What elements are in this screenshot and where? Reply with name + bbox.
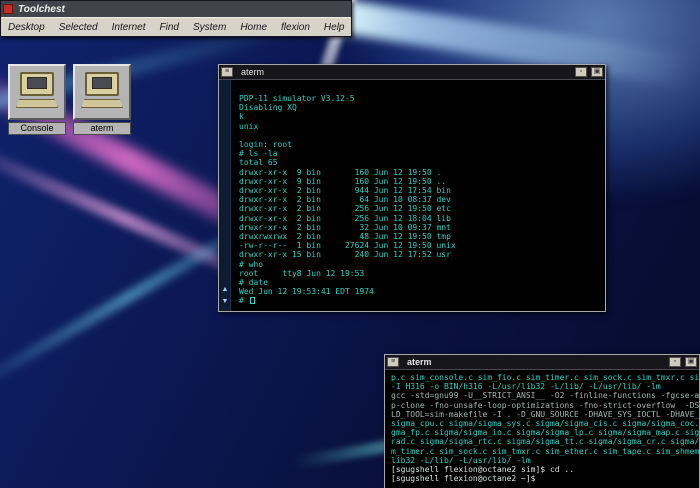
terminal-line: PDP-11 simulator V3.12-5 (239, 94, 605, 103)
scroll-down-icon[interactable]: ▼ (220, 297, 230, 307)
menu-home[interactable]: Home (233, 22, 274, 33)
terminal-line: drwxr-xr-x 2 bin 944 Jun 12 17:54 bin (239, 186, 605, 195)
terminal-line: -I H316 -o BIN/h316 -L/usr/lib32 -L/lib/… (391, 382, 699, 391)
terminal-line: LD_TOOL=sim-makefile -I . -D_GNU_SOURCE … (391, 410, 699, 419)
terminal-line: # (239, 296, 605, 305)
desktop-icons: Console aterm (8, 64, 131, 135)
maximize-icon[interactable]: ▣ (685, 357, 697, 367)
computer-icon[interactable] (8, 64, 66, 120)
monitor-icon (20, 72, 54, 96)
terminal-line: drwxr-xr-x 2 bin 64 Jun 10 08:37 dev (239, 195, 605, 204)
terminal-line: [sgugshell flexion@octane2 sim]$ cd .. (391, 465, 699, 474)
terminal-cursor (250, 297, 255, 304)
terminal-line: # date (239, 278, 605, 287)
terminal-line: drwxr-xr-x 15 bin 240 Jun 12 17:52 usr (239, 250, 605, 259)
desktop-icon-console[interactable]: Console (8, 64, 66, 135)
keyboard-icon (81, 99, 123, 108)
terminal-line: p-clone -fno-unsafe-loop-optimizations -… (391, 401, 699, 410)
window-body: p.c sim_console.c sim_fio.c sim_timer.c … (385, 370, 699, 488)
terminal-line: Disabling XQ (239, 103, 605, 112)
terminal-line: m_timer.c sim_sock.c sim_tmxr.c sim_ethe… (391, 447, 699, 456)
maximize-icon[interactable]: ▣ (591, 67, 603, 77)
scroll-up-icon[interactable]: ▲ (220, 285, 230, 295)
keyboard-icon (16, 99, 58, 108)
menu-desktop[interactable]: Desktop (1, 22, 52, 33)
terminal-output[interactable]: p.c sim_console.c sim_fio.c sim_timer.c … (385, 370, 699, 488)
terminal-line: root tty8 Jun 12 19:53 (239, 269, 605, 278)
terminal-line: total 65 (239, 158, 605, 167)
iconify-icon[interactable]: ▫ (575, 67, 587, 77)
terminal-line (239, 131, 605, 140)
terminal-line: drwxr-xr-x 9 bin 160 Jun 12 19:50 . (239, 168, 605, 177)
desktop-icon-aterm[interactable]: aterm (73, 64, 131, 135)
window-title: aterm (407, 357, 432, 367)
icon-label: Console (8, 122, 66, 135)
icon-label: aterm (73, 122, 131, 135)
toolchest-close-icon[interactable] (3, 4, 13, 14)
terminal-line: # ls -la (239, 149, 605, 158)
monitor-icon (85, 72, 119, 96)
terminal-line: k (239, 112, 605, 121)
window-titlebar[interactable]: ≡ aterm ▫ ▣ (385, 355, 699, 370)
terminal-line: [sgugshell flexion@octane2 ~]$ (391, 474, 699, 483)
terminal-line: drwxr-xr-x 2 bin 256 Jun 12 18:04 lib (239, 214, 605, 223)
menu-help[interactable]: Help (317, 22, 352, 33)
terminal-line: p.c sim_console.c sim_fio.c sim_timer.c … (391, 373, 699, 382)
toolchest-menubar: Desktop Selected Internet Find System Ho… (1, 17, 351, 36)
terminal-output[interactable]: PDP-11 simulator V3.12-5Disabling XQkuni… (231, 80, 605, 311)
terminal-line: unix (239, 122, 605, 131)
window-body: ▲ ▼ PDP-11 simulator V3.12-5Disabling XQ… (219, 80, 605, 311)
iconify-icon[interactable]: ▫ (669, 357, 681, 367)
terminal-scrollbar[interactable]: ▲ ▼ (219, 80, 231, 311)
terminal-line: Wed Jun 12 19:53:41 EDT 1974 (239, 287, 605, 296)
terminal-line: drwxr-xr-x 2 bin 32 Jun 10 09:37 mnt (239, 223, 605, 232)
terminal-line: rad.c sigma/sigma_rtc.c sigma/sigma_tt.c… (391, 437, 699, 446)
menu-selected[interactable]: Selected (52, 22, 105, 33)
terminal-line: sigma_cpu.c sigma/sigma_sys.c sigma/sigm… (391, 419, 699, 428)
menu-system[interactable]: System (186, 22, 233, 33)
terminal-line: login: root (239, 140, 605, 149)
aterm-window-main[interactable]: ≡ aterm ▫ ▣ ▲ ▼ PDP-11 simulator V3.12-5… (218, 64, 606, 312)
terminal-line: # who (239, 260, 605, 269)
terminal-line: drwxr-xr-x 2 bin 256 Jun 12 19:50 etc (239, 204, 605, 213)
terminal-line: drwxr-xr-x 9 bin 160 Jun 12 19:50 .. (239, 177, 605, 186)
terminal-line: gma_fp.c sigma/sigma_io.c sigma/sigma_lp… (391, 428, 699, 437)
toolchest-title: Toolchest (18, 4, 65, 15)
window-title: aterm (241, 67, 264, 77)
aterm-window-bottom[interactable]: ≡ aterm ▫ ▣ p.c sim_console.c sim_fio.c … (384, 354, 700, 488)
terminal-line: gcc -std=gnu99 -U__STRICT_ANSI__ -O2 -fi… (391, 391, 699, 400)
toolchest-window[interactable]: Toolchest Desktop Selected Internet Find… (0, 0, 352, 37)
menu-internet[interactable]: Internet (105, 22, 153, 33)
computer-icon[interactable] (73, 64, 131, 120)
window-menu-icon[interactable]: ≡ (387, 357, 399, 367)
terminal-line: drwxrwxrwx 2 bin 48 Jun 12 19:50 tmp (239, 232, 605, 241)
window-titlebar[interactable]: ≡ aterm ▫ ▣ (219, 65, 605, 80)
window-menu-icon[interactable]: ≡ (221, 67, 233, 77)
terminal-line: lib32 -L/lib/ -L/usr/lib/ -lm (391, 456, 699, 465)
terminal-line: -rw-r--r-- 1 bin 27624 Jun 12 19:50 unix (239, 241, 605, 250)
menu-flexion[interactable]: flexion (274, 22, 317, 33)
menu-find[interactable]: Find (153, 22, 186, 33)
toolchest-titlebar[interactable]: Toolchest (1, 1, 351, 17)
